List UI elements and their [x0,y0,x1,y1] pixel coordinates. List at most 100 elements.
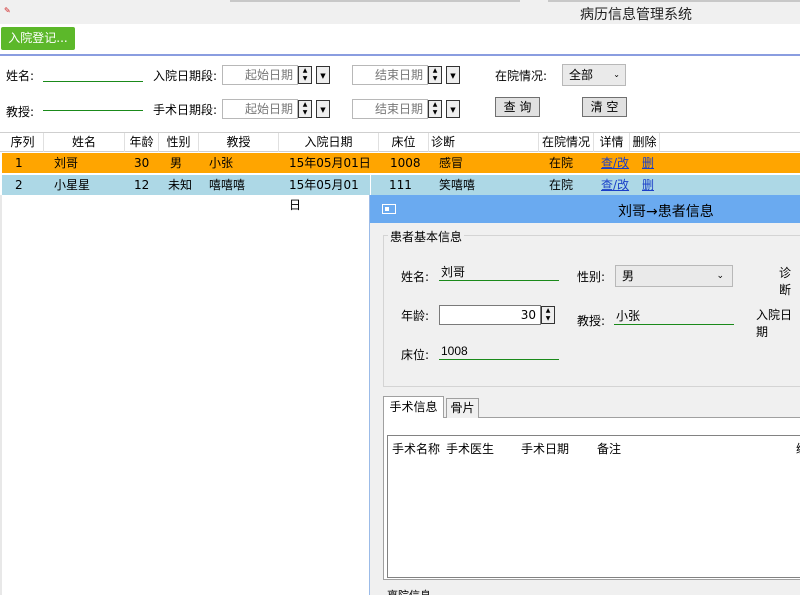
surgery-start-dropdown-icon[interactable]: ▼ [316,100,330,118]
dialog-title: 刘哥→患者信息 [618,204,714,220]
diagnosis-label: 诊断 [779,266,792,297]
row-seq: 1 [15,156,23,170]
admit-date-label: 入院日期段: [153,69,218,83]
surgery-start-date-input[interactable]: 起始日期 [222,99,298,119]
name-filter-input[interactable] [43,66,143,82]
column-header[interactable]: 详情 [594,133,630,152]
row-sex: 男 [170,156,183,170]
column-header[interactable]: 删除 [630,133,660,152]
column-header[interactable]: 入院日期 [279,133,379,152]
window-titlebar: ✎ 病历信息管理系统 [0,0,800,24]
table-row[interactable]: 2 小星星 12 未知 嘻嘻嘻 15年05月01日 [2,175,370,212]
admit-end-date-input[interactable]: 结束日期 [352,65,428,85]
admit-end-spinner[interactable]: ▲ ▼ [428,66,442,84]
column-header[interactable]: 在院情况 [539,133,594,152]
delete-link[interactable]: 删 [642,153,654,173]
spin-down-icon[interactable]: ▼ [429,75,441,83]
admit-start-dropdown-icon[interactable]: ▼ [316,66,330,84]
window-icon [382,204,396,214]
row-status: 在院 [549,156,574,170]
row-status: 在院 [549,178,574,192]
column-header[interactable]: 编 [796,440,800,457]
column-header[interactable]: 序列 [2,133,44,152]
row-sex: 未知 [168,178,193,192]
dialog-titlebar[interactable]: 刘哥→患者信息 [370,195,800,223]
row-bed: 1008 [390,156,421,170]
chevron-down-icon: ⌄ [716,271,724,281]
column-header[interactable]: 年龄 [125,133,159,152]
column-header[interactable]: 床位 [379,133,429,152]
clear-button[interactable]: 清 空 [582,97,627,117]
surgery-grid[interactable]: 手术名称 手术医生 手术日期 备注 编 [387,435,800,578]
spin-up-icon[interactable]: ▲ [299,67,311,75]
age-spinner[interactable]: ▲ ▼ [541,306,555,324]
surgery-end-date-input[interactable]: 结束日期 [352,99,428,119]
tab-bone-film[interactable]: 骨片 [446,398,479,418]
column-header[interactable]: 诊断 [429,133,539,152]
bed-field[interactable]: 1008 [439,344,559,360]
row-admit-date: 15年05月01日 [289,156,371,170]
column-header[interactable]: 手术日期 [521,440,569,457]
admit-start-spinner[interactable]: ▲ ▼ [298,66,312,84]
row-age: 12 [134,178,150,192]
surgery-tabs: 手术信息 骨片 [383,396,800,418]
tab-surgery-info[interactable]: 手术信息 [383,396,444,418]
age-field[interactable]: 30 [439,305,541,325]
query-button[interactable]: 查 询 [495,97,540,117]
table-row-continuation[interactable]: 111 笑嘻嘻 在院 查/改 删 [371,175,800,195]
spin-up-icon[interactable]: ▲ [299,101,311,109]
row-seq: 2 [15,178,23,192]
sex-select[interactable]: 男 ⌄ [615,265,733,287]
age-label: 年龄: [401,309,430,323]
titlebar-decoration [548,0,800,2]
admit-start-date-input[interactable]: 起始日期 [222,65,298,85]
status-filter-label: 在院情况: [495,69,548,83]
row-diagnosis: 笑嘻嘻 [439,178,476,192]
row-bed: 111 [389,178,412,192]
column-header[interactable]: 性别 [159,133,199,152]
bed-label: 床位: [401,348,430,362]
view-edit-link[interactable]: 查/改 [601,175,629,195]
surgery-start-spinner[interactable]: ▲ ▼ [298,100,312,118]
name-field[interactable]: 刘哥 [439,265,559,281]
patient-info-dialog[interactable]: 刘哥→患者信息 患者基本信息 姓名: 刘哥 性别: 男 ⌄ 诊断 年龄: 30 … [369,195,800,595]
sex-value: 男 [622,269,635,283]
name-label: 姓名: [401,270,430,284]
status-filter-value: 全部 [569,68,594,82]
view-edit-link[interactable]: 查/改 [601,153,629,173]
spin-down-icon[interactable]: ▼ [299,75,311,83]
row-name: 小星星 [54,178,91,192]
spin-down-icon[interactable]: ▼ [542,315,554,323]
admit-end-dropdown-icon[interactable]: ▼ [446,66,460,84]
spin-up-icon[interactable]: ▲ [429,67,441,75]
professor-filter-input[interactable] [43,95,143,111]
spin-up-icon[interactable]: ▲ [542,307,554,315]
surgery-end-dropdown-icon[interactable]: ▼ [446,100,460,118]
column-header[interactable]: 手术医生 [446,440,494,457]
column-header[interactable]: 备注 [597,440,621,457]
column-header[interactable]: 姓名 [44,133,125,152]
delete-link[interactable]: 删 [642,175,654,195]
column-header[interactable]: 手术名称 [392,440,440,457]
toolbar-divider [0,54,800,56]
table-row[interactable]: 1 刘哥 30 男 小张 15年05月01日 1008 感冒 在院 查/改 删 [2,153,800,173]
status-filter-select[interactable]: 全部 ⌄ [562,64,626,86]
window-title: 病历信息管理系统 [580,7,692,23]
surgery-end-spinner[interactable]: ▲ ▼ [428,100,442,118]
row-diagnosis: 感冒 [439,156,464,170]
professor-field[interactable]: 小张 [614,309,734,325]
spin-up-icon[interactable]: ▲ [429,101,441,109]
surgery-date-label: 手术日期段: [153,103,218,117]
admit-date-label: 入院日期 [756,308,793,339]
discharge-info-label: 离院信息 [387,587,431,595]
app-logo-icon: ✎ [4,6,11,15]
admit-register-button[interactable]: 入院登记... [1,27,75,50]
spin-down-icon[interactable]: ▼ [429,109,441,117]
professor-label: 教授: [577,314,606,328]
row-age: 30 [134,156,150,170]
basic-info-group-label: 患者基本信息 [388,228,465,245]
row-admit-date: 15年05月01日 [289,178,359,212]
spin-down-icon[interactable]: ▼ [299,109,311,117]
column-header[interactable]: 教授 [199,133,279,152]
row-professor: 嘻嘻嘻 [209,178,246,192]
